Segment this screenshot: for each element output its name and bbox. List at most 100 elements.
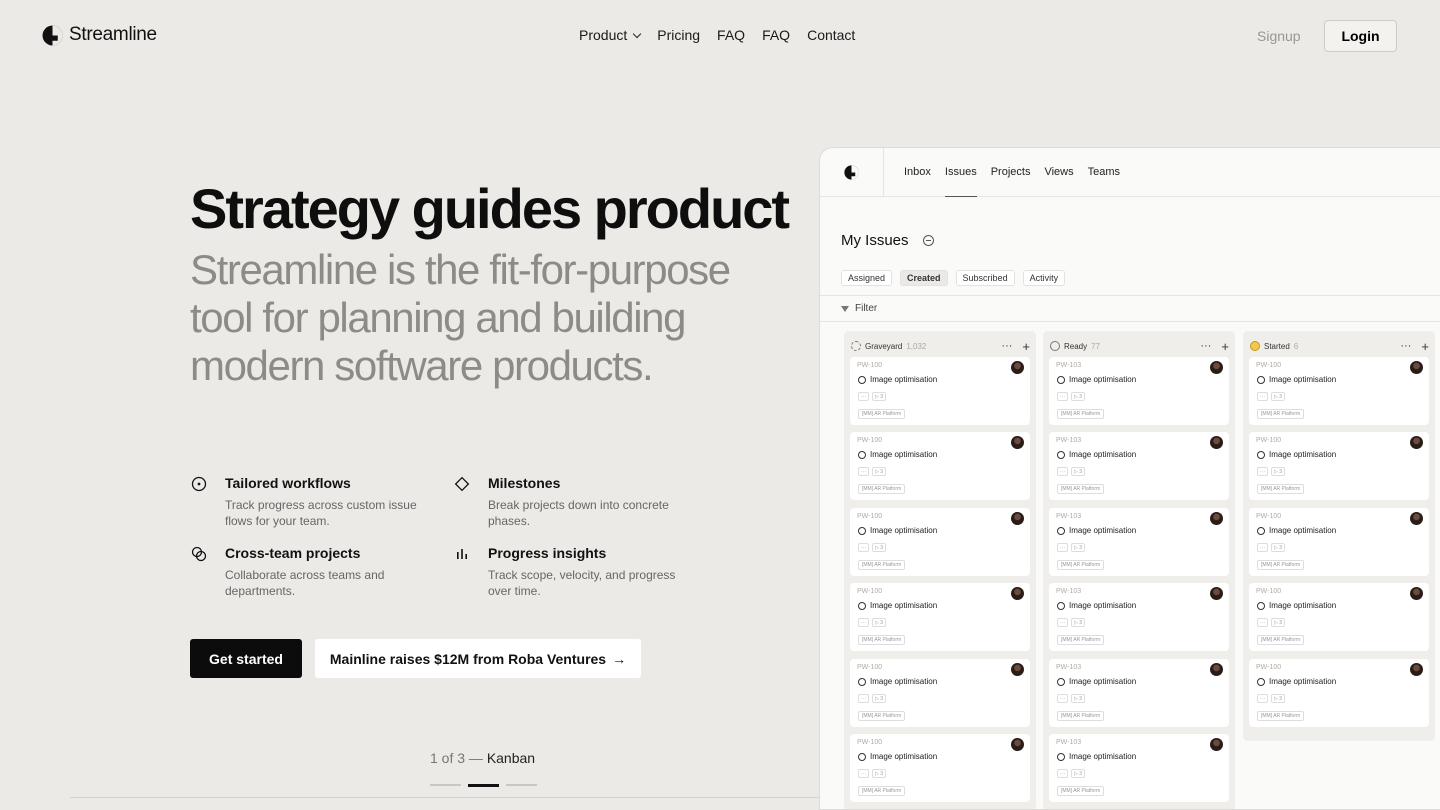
more-icon: ··· <box>858 694 869 703</box>
clock-icon <box>1257 526 1265 535</box>
more-icon: ··· <box>1057 467 1068 476</box>
issue-meta: ··· ▷ 3 <box>1257 618 1286 627</box>
issue-card[interactable]: PW-100 Image optimisation ··· ▷ 3 [MM] AR Pl… <box>850 659 1030 727</box>
slide-dot-active[interactable] <box>468 784 499 787</box>
issue-card[interactable]: PW-100 Image optimisation ··· ▷ 3 [MM] AR Pl… <box>850 583 1030 651</box>
column-name: Started <box>1264 341 1290 351</box>
issue-card[interactable]: PW-103 Image optimisation ··· ▷ 3 [MM] AR Pl… <box>1049 583 1229 651</box>
column-count: 77 <box>1091 341 1101 351</box>
nav-link-contact[interactable]: Contact <box>807 27 855 43</box>
issue-title-row: Image optimisation <box>858 526 937 535</box>
login-button[interactable]: Login <box>1324 20 1397 52</box>
slide-dot[interactable] <box>506 784 537 786</box>
plus-icon[interactable]: + <box>1221 339 1229 354</box>
more-icon: ··· <box>1057 543 1068 552</box>
issue-id: PW-103 <box>1056 588 1082 595</box>
feature-title: Milestones <box>488 475 561 491</box>
status-icon <box>1250 341 1260 351</box>
issue-card[interactable]: PW-100 Image optimisation ··· ▷ 3 [MM] AR Pl… <box>850 357 1030 425</box>
subtab-assigned[interactable]: Assigned <box>841 270 893 286</box>
plus-icon[interactable]: + <box>1022 339 1030 354</box>
issue-title: Image optimisation <box>870 752 938 761</box>
app-nav: Inbox Issues Projects Views Teams <box>820 148 1440 197</box>
play-icon: ▷ 3 <box>1071 392 1086 401</box>
issue-card[interactable]: PW-103 Image optimisation ··· ▷ 3 [MM] AR Pl… <box>1049 659 1229 727</box>
more-icon[interactable]: ··· <box>1001 340 1012 352</box>
issue-card[interactable]: PW-100 Image optimisation ··· ▷ 3 [MM] AR Pl… <box>850 734 1030 802</box>
issue-card[interactable]: PW-100 Image optimisation ··· ▷ 3 [MM] AR Pl… <box>1249 357 1429 425</box>
project-tag: [MM] AR Platform <box>858 560 906 570</box>
announcement-button[interactable]: Mainline raises $12M from Roba Ventures … <box>315 639 641 678</box>
nav-link-product[interactable]: Product <box>579 27 642 43</box>
issue-title: Image optimisation <box>1269 450 1337 459</box>
project-tag: [MM] AR Platform <box>1257 560 1305 570</box>
issue-meta: ··· ▷ 3 <box>858 694 887 703</box>
avatar <box>1410 436 1423 449</box>
chevron-down-icon <box>633 29 642 38</box>
kanban-column: Ready 77 ··· + PW-103 Image optimisation ··· ▷ … <box>1043 331 1235 809</box>
feature-title: Progress insights <box>488 545 607 561</box>
issue-id: PW-103 <box>1056 739 1082 746</box>
get-started-button[interactable]: Get started <box>190 639 302 678</box>
logo-icon <box>42 25 63 45</box>
kanban-column: Started 6 ··· + PW-100 Image optimisation ··· ▷… <box>1243 331 1435 741</box>
clock-icon <box>1257 375 1265 384</box>
subtab-created[interactable]: Created <box>900 270 948 286</box>
clock-icon <box>858 752 866 761</box>
more-icon[interactable]: ··· <box>1200 340 1211 352</box>
more-icon: ··· <box>858 467 869 476</box>
issue-card[interactable]: PW-100 Image optimisation ··· ▷ 3 [MM] AR Pl… <box>1249 432 1429 500</box>
more-icon[interactable]: ··· <box>1400 340 1411 352</box>
issue-card[interactable]: PW-100 Image optimisation ··· ▷ 3 [MM] AR Pl… <box>850 508 1030 576</box>
clock-icon <box>1257 601 1265 610</box>
column-header: Ready 77 ··· + <box>1050 339 1229 354</box>
project-tag: [MM] AR Platform <box>858 711 906 721</box>
tab-projects[interactable]: Projects <box>991 166 1031 178</box>
play-icon: ▷ 3 <box>872 392 887 401</box>
issue-title: Image optimisation <box>1269 375 1337 384</box>
bar-chart-icon <box>453 545 471 563</box>
column-header: Graveyard 1,032 ··· + <box>851 339 1030 354</box>
issue-meta: ··· ▷ 3 <box>1257 543 1286 552</box>
kanban-column: Graveyard 1,032 ··· + PW-100 Image optimisati… <box>844 331 1036 809</box>
issue-title: Image optimisation <box>1069 601 1137 610</box>
feature-title: Tailored workflows <box>225 475 351 491</box>
issue-card[interactable]: PW-100 Image optimisation ··· ▷ 3 [MM] AR Pl… <box>1249 508 1429 576</box>
issue-card[interactable]: PW-103 Image optimisation ··· ▷ 3 [MM] AR Pl… <box>1049 357 1229 425</box>
tab-teams[interactable]: Teams <box>1088 166 1120 178</box>
plus-icon[interactable]: + <box>1421 339 1429 354</box>
brand-logo[interactable]: Streamline <box>42 24 157 46</box>
issue-card[interactable]: PW-100 Image optimisation ··· ▷ 3 [MM] AR Pl… <box>850 432 1030 500</box>
avatar <box>1011 436 1024 449</box>
issue-card[interactable]: PW-103 Image optimisation ··· ▷ 3 [MM] AR Pl… <box>1049 734 1229 802</box>
avatar <box>1210 436 1223 449</box>
slide-dot[interactable] <box>430 784 461 786</box>
nav-link-faq[interactable]: FAQ <box>717 27 745 43</box>
issue-card[interactable]: PW-103 Image optimisation ··· ▷ 3 [MM] AR Pl… <box>1049 508 1229 576</box>
issue-id: PW-103 <box>1056 513 1082 520</box>
tab-inbox[interactable]: Inbox <box>904 166 931 178</box>
issue-meta: ··· ▷ 3 <box>858 392 887 401</box>
issue-title-row: Image optimisation <box>1057 375 1136 384</box>
subtab-activity[interactable]: Activity <box>1022 270 1066 286</box>
nav-link-pricing[interactable]: Pricing <box>657 27 700 43</box>
signup-link[interactable]: Signup <box>1257 28 1301 44</box>
project-tag: [MM] AR Platform <box>1257 635 1305 645</box>
minus-circle-icon[interactable] <box>922 235 934 246</box>
project-tag: [MM] AR Platform <box>1057 711 1105 721</box>
subtab-subscribed[interactable]: Subscribed <box>955 270 1015 286</box>
slide-position: 1 of 3 — <box>430 750 483 766</box>
issue-meta: ··· ▷ 3 <box>1257 467 1286 476</box>
issue-title: Image optimisation <box>1069 677 1137 686</box>
issue-card[interactable]: PW-103 Image optimisation ··· ▷ 3 [MM] AR Pl… <box>1049 432 1229 500</box>
nav-link-label: Product <box>579 27 628 43</box>
issue-meta: ··· ▷ 3 <box>1057 618 1086 627</box>
issue-card[interactable]: PW-100 Image optimisation ··· ▷ 3 [MM] AR Pl… <box>1249 659 1429 727</box>
filter-button[interactable]: Filter <box>841 303 877 314</box>
tab-issues[interactable]: Issues <box>944 166 977 197</box>
tab-views[interactable]: Views <box>1044 166 1073 178</box>
nav-link-faq-2[interactable]: FAQ <box>762 27 790 43</box>
issue-title-row: Image optimisation <box>1257 526 1336 535</box>
issue-card[interactable]: PW-100 Image optimisation ··· ▷ 3 [MM] AR Pl… <box>1249 583 1429 651</box>
issue-meta: ··· ▷ 3 <box>1057 769 1086 778</box>
